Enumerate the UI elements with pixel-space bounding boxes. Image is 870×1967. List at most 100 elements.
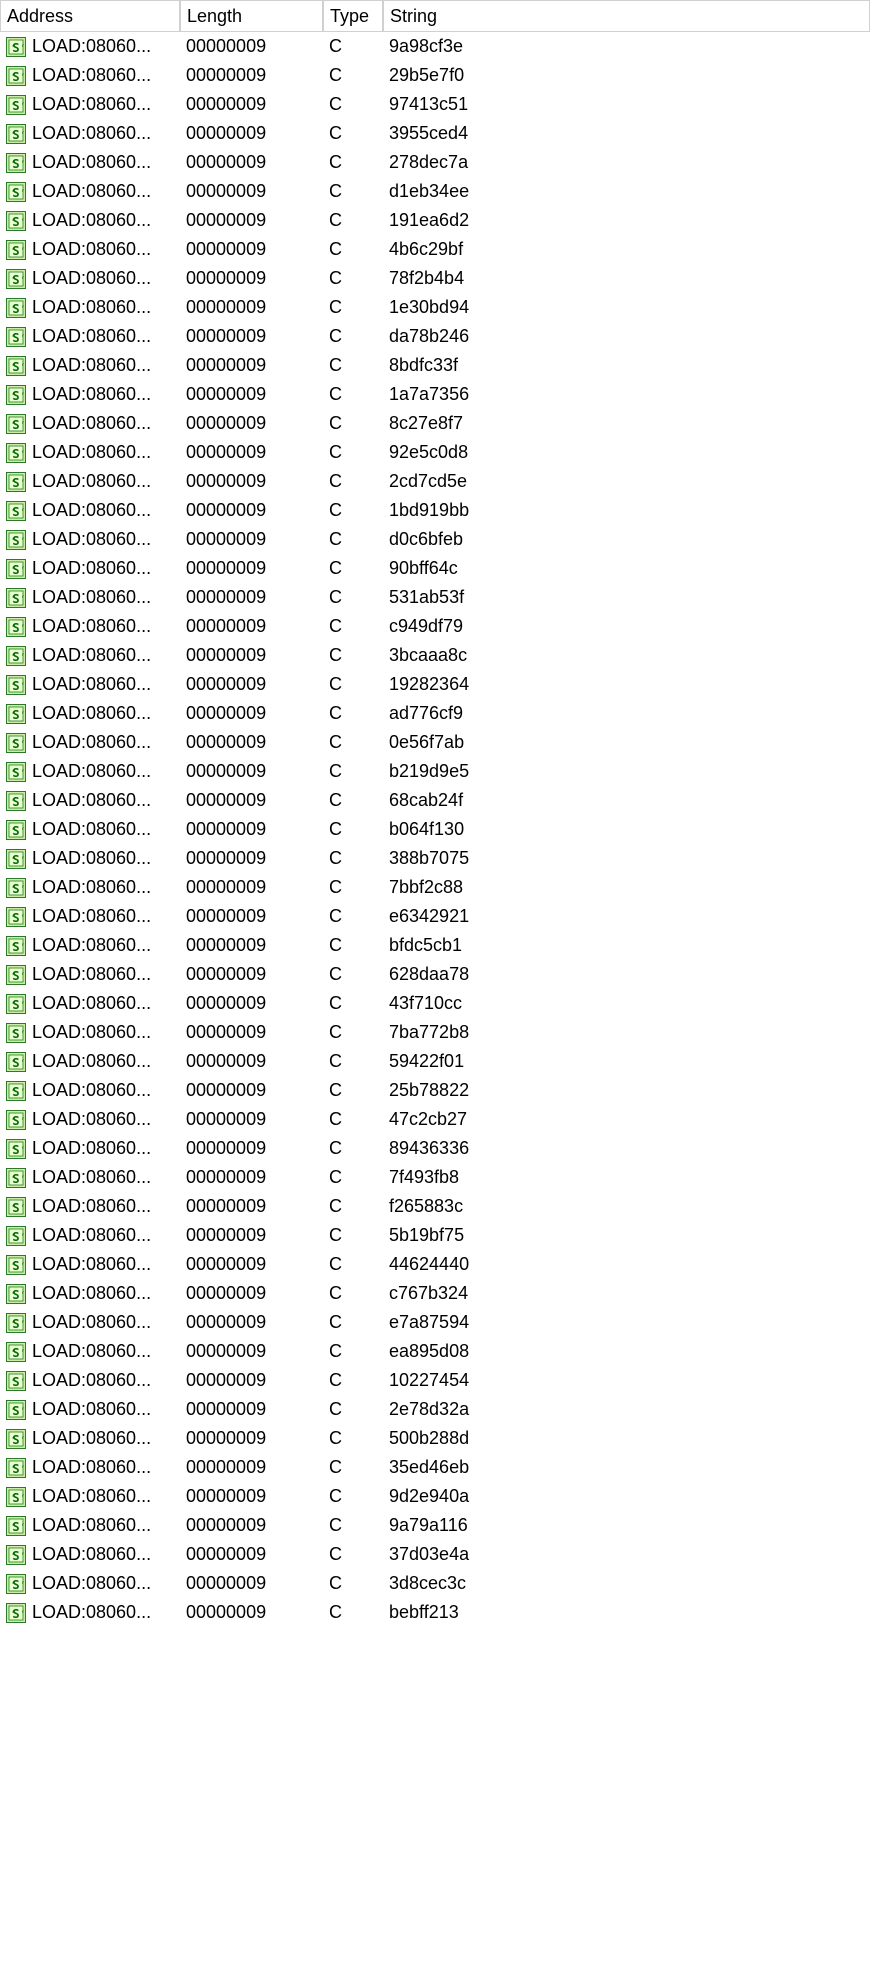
column-header-length[interactable]: Length	[180, 0, 323, 32]
table-row[interactable]: S‘’LOAD:08060...00000009C25b78822	[0, 1076, 870, 1105]
table-row[interactable]: S‘’LOAD:08060...00000009C10227454	[0, 1366, 870, 1395]
cell-type: C	[323, 1453, 383, 1482]
cell-type: C	[323, 1105, 383, 1134]
address-text: LOAD:08060...	[32, 326, 151, 347]
table-row[interactable]: S‘’LOAD:08060...00000009Cbfdc5cb1	[0, 931, 870, 960]
table-row[interactable]: S‘’LOAD:08060...00000009C1bd919bb	[0, 496, 870, 525]
svg-text:’: ’	[20, 653, 25, 663]
cell-type: C	[323, 264, 383, 293]
column-header-type[interactable]: Type	[323, 0, 383, 32]
address-text: LOAD:08060...	[32, 935, 151, 956]
svg-text:‘: ‘	[11, 363, 16, 373]
table-row[interactable]: S‘’LOAD:08060...00000009C5b19bf75	[0, 1221, 870, 1250]
cell-string: d1eb34ee	[383, 177, 870, 206]
table-row[interactable]: S‘’LOAD:08060...00000009C43f710cc	[0, 989, 870, 1018]
cell-address: S‘’LOAD:08060...	[0, 757, 180, 786]
cell-length: 00000009	[180, 786, 323, 815]
table-row[interactable]: S‘’LOAD:08060...00000009Ce7a87594	[0, 1308, 870, 1337]
cell-length: 00000009	[180, 554, 323, 583]
address-text: LOAD:08060...	[32, 587, 151, 608]
table-row[interactable]: S‘’LOAD:08060...00000009C2e78d32a	[0, 1395, 870, 1424]
table-row[interactable]: S‘’LOAD:08060...00000009Cb064f130	[0, 815, 870, 844]
table-row[interactable]: S‘’LOAD:08060...00000009Cd1eb34ee	[0, 177, 870, 206]
table-row[interactable]: S‘’LOAD:08060...00000009C19282364	[0, 670, 870, 699]
string-icon: S‘’	[6, 153, 26, 173]
table-row[interactable]: S‘’LOAD:08060...00000009C92e5c0d8	[0, 438, 870, 467]
table-row[interactable]: S‘’LOAD:08060...00000009Cb219d9e5	[0, 757, 870, 786]
svg-text:’: ’	[20, 1146, 25, 1156]
table-row[interactable]: S‘’LOAD:08060...00000009C2cd7cd5e	[0, 467, 870, 496]
table-row[interactable]: S‘’LOAD:08060...00000009C7bbf2c88	[0, 873, 870, 902]
table-row[interactable]: S‘’LOAD:08060...00000009C78f2b4b4	[0, 264, 870, 293]
address-text: LOAD:08060...	[32, 1370, 151, 1391]
table-row[interactable]: S‘’LOAD:08060...00000009C4b6c29bf	[0, 235, 870, 264]
table-row[interactable]: S‘’LOAD:08060...00000009C90bff64c	[0, 554, 870, 583]
cell-length: 00000009	[180, 873, 323, 902]
table-row[interactable]: S‘’LOAD:08060...00000009C0e56f7ab	[0, 728, 870, 757]
table-row[interactable]: S‘’LOAD:08060...00000009Cea895d08	[0, 1337, 870, 1366]
table-row[interactable]: S‘’LOAD:08060...00000009Cc767b324	[0, 1279, 870, 1308]
table-row[interactable]: S‘’LOAD:08060...00000009C8c27e8f7	[0, 409, 870, 438]
table-row[interactable]: S‘’LOAD:08060...00000009C3955ced4	[0, 119, 870, 148]
cell-string: 7bbf2c88	[383, 873, 870, 902]
svg-text:‘: ‘	[11, 334, 16, 344]
table-row[interactable]: S‘’LOAD:08060...00000009Ce6342921	[0, 902, 870, 931]
table-row[interactable]: S‘’LOAD:08060...00000009C9d2e940a	[0, 1482, 870, 1511]
string-icon: S‘’	[6, 936, 26, 956]
table-row[interactable]: S‘’LOAD:08060...00000009C37d03e4a	[0, 1540, 870, 1569]
address-text: LOAD:08060...	[32, 268, 151, 289]
cell-address: S‘’LOAD:08060...	[0, 525, 180, 554]
table-row[interactable]: S‘’LOAD:08060...00000009Cc949df79	[0, 612, 870, 641]
table-row[interactable]: S‘’LOAD:08060...00000009C59422f01	[0, 1047, 870, 1076]
table-row[interactable]: S‘’LOAD:08060...00000009C531ab53f	[0, 583, 870, 612]
table-row[interactable]: S‘’LOAD:08060...00000009C7f493fb8	[0, 1163, 870, 1192]
table-row[interactable]: S‘’LOAD:08060...00000009C44624440	[0, 1250, 870, 1279]
cell-type: C	[323, 1424, 383, 1453]
table-row[interactable]: S‘’LOAD:08060...00000009Cad776cf9	[0, 699, 870, 728]
address-text: LOAD:08060...	[32, 616, 151, 637]
table-row[interactable]: S‘’LOAD:08060...00000009C388b7075	[0, 844, 870, 873]
column-header-string[interactable]: String	[383, 0, 870, 32]
table-row[interactable]: S‘’LOAD:08060...00000009C9a79a116	[0, 1511, 870, 1540]
address-text: LOAD:08060...	[32, 906, 151, 927]
string-icon: S‘’	[6, 1429, 26, 1449]
table-row[interactable]: S‘’LOAD:08060...00000009C8bdfc33f	[0, 351, 870, 380]
cell-address: S‘’LOAD:08060...	[0, 641, 180, 670]
table-row[interactable]: S‘’LOAD:08060...00000009C89436336	[0, 1134, 870, 1163]
address-text: LOAD:08060...	[32, 442, 151, 463]
table-row[interactable]: S‘’LOAD:08060...00000009C68cab24f	[0, 786, 870, 815]
cell-type: C	[323, 1366, 383, 1395]
table-row[interactable]: S‘’LOAD:08060...00000009Cf265883c	[0, 1192, 870, 1221]
cell-string: 1bd919bb	[383, 496, 870, 525]
table-row[interactable]: S‘’LOAD:08060...00000009C35ed46eb	[0, 1453, 870, 1482]
address-text: LOAD:08060...	[32, 819, 151, 840]
table-row[interactable]: S‘’LOAD:08060...00000009C1a7a7356	[0, 380, 870, 409]
table-row[interactable]: S‘’LOAD:08060...00000009Cbebff213	[0, 1598, 870, 1627]
cell-type: C	[323, 496, 383, 525]
cell-string: 97413c51	[383, 90, 870, 119]
column-header-address[interactable]: Address	[0, 0, 180, 32]
table-row[interactable]: S‘’LOAD:08060...00000009C1e30bd94	[0, 293, 870, 322]
table-row[interactable]: S‘’LOAD:08060...00000009C3bcaaa8c	[0, 641, 870, 670]
cell-string: 19282364	[383, 670, 870, 699]
cell-length: 00000009	[180, 1047, 323, 1076]
address-text: LOAD:08060...	[32, 732, 151, 753]
string-icon: S‘’	[6, 588, 26, 608]
cell-type: C	[323, 409, 383, 438]
table-row[interactable]: S‘’LOAD:08060...00000009Cd0c6bfeb	[0, 525, 870, 554]
address-text: LOAD:08060...	[32, 848, 151, 869]
table-row[interactable]: S‘’LOAD:08060...00000009C47c2cb27	[0, 1105, 870, 1134]
table-row[interactable]: S‘’LOAD:08060...00000009C278dec7a	[0, 148, 870, 177]
table-row[interactable]: S‘’LOAD:08060...00000009C191ea6d2	[0, 206, 870, 235]
table-row[interactable]: S‘’LOAD:08060...00000009C500b288d	[0, 1424, 870, 1453]
table-row[interactable]: S‘’LOAD:08060...00000009C9a98cf3e	[0, 32, 870, 61]
svg-text:‘: ‘	[11, 305, 16, 315]
table-row[interactable]: S‘’LOAD:08060...00000009C97413c51	[0, 90, 870, 119]
table-row[interactable]: S‘’LOAD:08060...00000009C29b5e7f0	[0, 61, 870, 90]
table-row[interactable]: S‘’LOAD:08060...00000009Cda78b246	[0, 322, 870, 351]
table-row[interactable]: S‘’LOAD:08060...00000009C7ba772b8	[0, 1018, 870, 1047]
cell-type: C	[323, 844, 383, 873]
address-text: LOAD:08060...	[32, 123, 151, 144]
table-row[interactable]: S‘’LOAD:08060...00000009C628daa78	[0, 960, 870, 989]
table-row[interactable]: S‘’LOAD:08060...00000009C3d8cec3c	[0, 1569, 870, 1598]
